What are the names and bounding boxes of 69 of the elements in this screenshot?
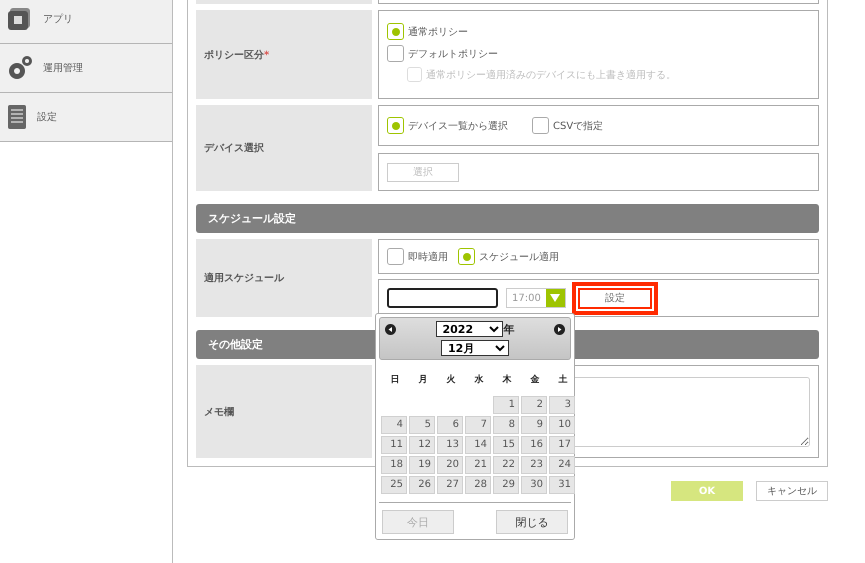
calendar-day[interactable]: 3 xyxy=(549,396,575,414)
sidebar-item[interactable]: 設定 xyxy=(0,93,172,142)
calendar-day[interactable]: 9 xyxy=(521,416,547,434)
dropdown-icon xyxy=(550,294,560,302)
month-select[interactable]: 12月 xyxy=(441,340,509,356)
calendar-day[interactable]: 7 xyxy=(465,416,491,434)
radio-option[interactable]: 即時適用 xyxy=(387,248,448,265)
section-header: スケジュール設定 xyxy=(196,204,819,233)
calendar-day[interactable]: 13 xyxy=(437,436,463,454)
calendar-day[interactable]: 16 xyxy=(521,436,547,454)
calendar-day[interactable]: 6 xyxy=(437,416,463,434)
field-label: 適用スケジュール xyxy=(196,239,372,317)
apps-icon xyxy=(7,7,33,31)
radio-button[interactable] xyxy=(532,117,549,134)
weekday-label: 水 xyxy=(473,373,484,386)
calendar-day[interactable]: 8 xyxy=(493,416,519,434)
field-label: メモ欄 xyxy=(196,365,372,458)
calendar-day[interactable]: 24 xyxy=(549,456,575,474)
calendar-day[interactable]: 4 xyxy=(381,416,407,434)
calendar-day[interactable]: 30 xyxy=(521,476,547,494)
calendar-day[interactable]: 22 xyxy=(493,456,519,474)
weekday-label: 日 xyxy=(390,374,400,386)
weekday-label: 火 xyxy=(445,373,456,386)
calendar-day[interactable]: 17 xyxy=(549,436,575,454)
radio-button[interactable] xyxy=(387,45,404,62)
calendar-day[interactable]: 28 xyxy=(465,476,491,494)
radio-option[interactable]: スケジュール適用 xyxy=(458,248,559,265)
calendar-day[interactable]: 14 xyxy=(465,436,491,454)
next-icon[interactable] xyxy=(554,324,565,335)
weekday-label: 土 xyxy=(558,373,568,386)
calendar-day[interactable]: 12 xyxy=(409,436,435,454)
calendar-day[interactable]: 15 xyxy=(493,436,519,454)
gears-icon xyxy=(7,55,33,81)
weekday-label: 月 xyxy=(418,374,428,386)
calendar-day[interactable]: 11 xyxy=(381,436,407,454)
field-label: ポリシー区分* xyxy=(196,10,372,99)
cancel-button[interactable]: キャンセル xyxy=(756,481,828,501)
calendar-day[interactable]: 10 xyxy=(549,416,575,434)
radio-button[interactable] xyxy=(387,117,404,134)
weekday-label: 金 xyxy=(530,374,540,386)
calendar-day[interactable]: 18 xyxy=(381,456,407,474)
radio-button[interactable] xyxy=(387,248,404,265)
calendar-day[interactable]: 27 xyxy=(437,476,463,494)
radio-button[interactable] xyxy=(458,248,475,265)
radio-button[interactable] xyxy=(387,23,404,40)
calendar-day[interactable]: 25 xyxy=(381,476,407,494)
calendar-day[interactable]: 19 xyxy=(409,456,435,474)
calendar-day[interactable]: 23 xyxy=(521,456,547,474)
close-button[interactable]: 閉じる xyxy=(496,510,568,534)
year-select[interactable]: 2022 xyxy=(436,321,502,337)
calendar-day[interactable]: 31 xyxy=(549,476,575,494)
document-icon xyxy=(7,104,27,130)
date-field[interactable] xyxy=(387,288,498,308)
radio-option[interactable]: CSVで指定 xyxy=(532,117,604,134)
radio-option[interactable]: デフォルトポリシー xyxy=(387,45,498,62)
radio-option[interactable]: 通常ポリシー xyxy=(387,23,468,40)
calendar-day[interactable]: 2 xyxy=(521,396,547,414)
sidebar-item[interactable]: アプリ xyxy=(0,0,172,44)
calendar-day[interactable]: 29 xyxy=(493,476,519,494)
weekday-label: 木 xyxy=(501,373,512,386)
field-label: デバイス選択 xyxy=(196,105,372,191)
calendar-day[interactable]: 21 xyxy=(465,456,491,474)
calendar-day[interactable]: 5 xyxy=(409,416,435,434)
calendar-day[interactable]: 20 xyxy=(437,456,463,474)
previous-icon[interactable] xyxy=(385,324,396,335)
sidebar-item[interactable]: 運用管理 xyxy=(0,44,172,93)
calendar-day[interactable]: 1 xyxy=(493,396,519,414)
radio-option[interactable]: デバイス一覧から選択 xyxy=(387,117,508,134)
calendar-day[interactable]: 26 xyxy=(409,476,435,494)
